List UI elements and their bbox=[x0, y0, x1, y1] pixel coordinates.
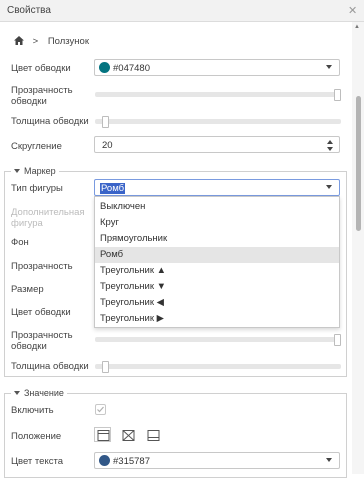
collapse-icon bbox=[14, 169, 20, 173]
chevron-down-icon bbox=[326, 185, 332, 189]
marker-outline-opacity-label: Прозрачность обводки bbox=[11, 330, 73, 352]
outline-opacity-label: Прозрачность обводки bbox=[11, 85, 73, 107]
chevron-down-icon bbox=[326, 458, 332, 462]
shape-option[interactable]: Треугольник ▲ bbox=[95, 263, 339, 279]
shape-option[interactable]: Треугольник ▼ bbox=[95, 279, 339, 295]
chevron-down-icon bbox=[326, 65, 332, 69]
text-color-swatch bbox=[99, 455, 110, 466]
outline-color-select[interactable]: #047480 bbox=[94, 59, 340, 76]
scroll-up-icon[interactable]: ▲ bbox=[354, 24, 360, 30]
shape-option[interactable]: Ромб bbox=[95, 247, 339, 263]
close-icon[interactable]: ✕ bbox=[348, 4, 357, 17]
scrollbar-track[interactable] bbox=[352, 22, 364, 474]
outline-width-label: Толщина обводки bbox=[11, 116, 89, 127]
slider-thumb[interactable] bbox=[334, 89, 341, 101]
rounding-value: 20 bbox=[102, 140, 113, 151]
shape-option[interactable]: Треугольник ▶ bbox=[95, 311, 339, 327]
title-bar bbox=[0, 0, 364, 22]
text-color-select[interactable]: #315787 bbox=[94, 452, 340, 469]
position-none-button[interactable] bbox=[119, 427, 136, 442]
value-group-legend[interactable]: Значение bbox=[11, 388, 67, 398]
rounding-spinbox[interactable]: 20 bbox=[94, 136, 340, 153]
shape-option[interactable]: Выключен bbox=[95, 199, 339, 215]
position-bottom-icon bbox=[147, 430, 160, 441]
shape-type-value: Ромб bbox=[100, 183, 126, 194]
breadcrumb-separator: > bbox=[32, 36, 39, 47]
breadcrumb-current: Ползунок bbox=[47, 36, 89, 47]
marker-outline-width-slider[interactable] bbox=[95, 361, 341, 373]
text-color-value: #315787 bbox=[113, 456, 150, 467]
background-label: Фон bbox=[11, 237, 29, 248]
slider-thumb[interactable] bbox=[334, 334, 341, 346]
scrollbar-thumb[interactable] bbox=[356, 96, 361, 231]
marker-outline-opacity-slider[interactable] bbox=[95, 334, 341, 346]
shape-type-label: Тип фигуры bbox=[11, 183, 63, 194]
position-top-icon bbox=[97, 430, 110, 441]
spin-up-icon[interactable] bbox=[327, 140, 333, 144]
extra-shape-label: Дополнительная фигура bbox=[11, 207, 85, 229]
marker-size-label: Размер bbox=[11, 284, 44, 295]
marker-outline-color-label: Цвет обводки bbox=[11, 307, 71, 318]
slider-thumb[interactable] bbox=[102, 116, 109, 128]
position-none-icon bbox=[122, 430, 135, 441]
outline-color-swatch bbox=[99, 62, 110, 73]
enable-label: Включить bbox=[11, 405, 54, 416]
marker-outline-width-label: Толщина обводки bbox=[11, 361, 89, 372]
marker-opacity-label: Прозрачность bbox=[11, 261, 73, 272]
breadcrumb: > Ползунок bbox=[14, 36, 89, 47]
spin-down-icon[interactable] bbox=[327, 147, 333, 151]
position-label: Положение bbox=[11, 431, 62, 442]
shape-option[interactable]: Треугольник ◀ bbox=[95, 295, 339, 311]
shape-dropdown-list: Выключен Круг Прямоугольник Ромб Треугольник… bbox=[94, 196, 340, 328]
text-color-label: Цвет текста bbox=[11, 456, 63, 467]
window-title: Свойства bbox=[7, 5, 51, 16]
check-icon bbox=[97, 406, 104, 413]
outline-color-value: #047480 bbox=[113, 63, 150, 74]
position-bottom-button[interactable] bbox=[144, 427, 161, 442]
enable-checkbox[interactable] bbox=[95, 404, 106, 415]
outline-color-label: Цвет обводки bbox=[11, 63, 71, 74]
shape-option[interactable]: Прямоугольник bbox=[95, 231, 339, 247]
outline-width-slider[interactable] bbox=[95, 116, 341, 128]
outline-opacity-slider[interactable] bbox=[95, 89, 341, 101]
rounding-label: Скругление bbox=[11, 141, 62, 152]
home-icon[interactable] bbox=[14, 36, 27, 47]
slider-thumb[interactable] bbox=[102, 361, 109, 373]
marker-group-legend[interactable]: Маркер bbox=[11, 166, 59, 176]
shape-type-select[interactable]: Ромб bbox=[94, 179, 340, 196]
collapse-icon bbox=[14, 391, 20, 395]
shape-option[interactable]: Круг bbox=[95, 215, 339, 231]
position-top-button[interactable] bbox=[94, 427, 111, 442]
